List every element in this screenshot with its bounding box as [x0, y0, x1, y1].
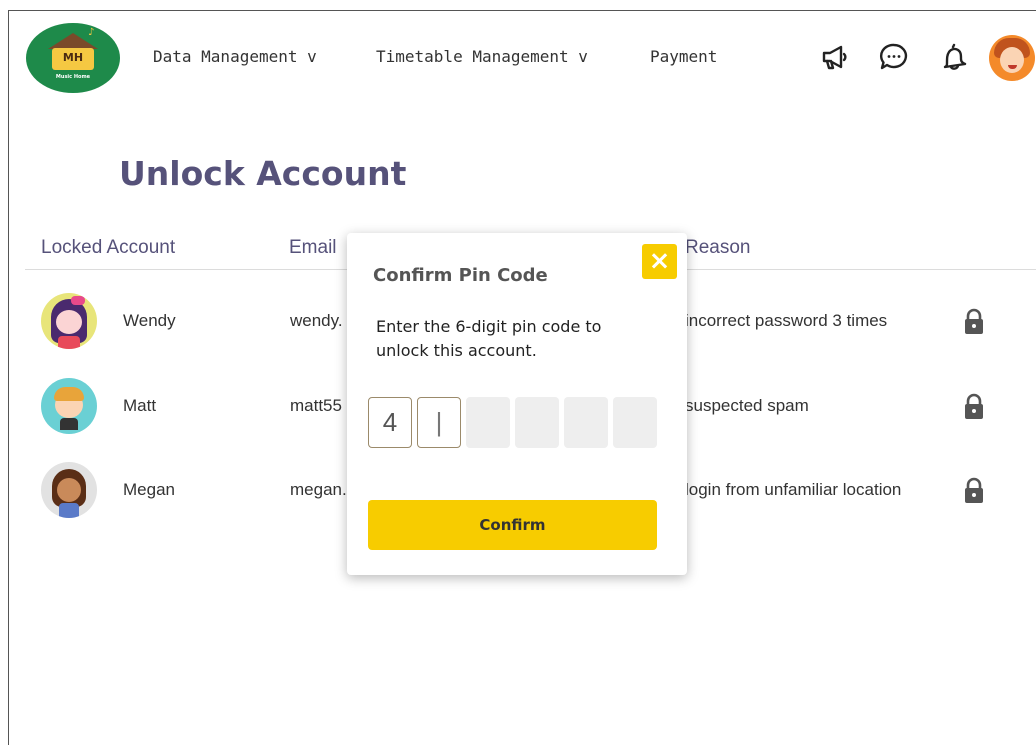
dialog-message: Enter the 6-digit pin code to unlock thi…	[376, 317, 602, 360]
user-avatar[interactable]	[989, 35, 1035, 81]
lock-icon[interactable]	[961, 392, 987, 422]
avatar	[41, 293, 97, 349]
chat-icon[interactable]	[878, 41, 910, 73]
lock-reason: incorrect password 3 times	[685, 311, 888, 330]
account-name: Wendy	[123, 311, 176, 330]
avatar	[41, 462, 97, 518]
pin-digit-1[interactable]: 4	[368, 397, 412, 448]
pin-digit-4[interactable]	[515, 397, 559, 448]
page-title: Unlock Account	[119, 154, 407, 193]
nav-payment[interactable]: Payment	[650, 47, 717, 66]
lock-icon[interactable]	[961, 476, 987, 506]
close-button[interactable]: ×	[642, 244, 677, 279]
music-home-logo[interactable]: ♪ MH Music Home	[26, 23, 120, 93]
pin-digit-5[interactable]	[564, 397, 608, 448]
pin-digit-6[interactable]	[613, 397, 657, 448]
lock-reason: suspected spam	[685, 396, 809, 415]
confirm-pin-dialog: Confirm Pin Code × Enter the 6-digit pin…	[347, 233, 687, 575]
column-header-reason: Reason	[685, 237, 751, 258]
account-email: matt55	[290, 396, 342, 415]
bell-icon[interactable]	[938, 41, 970, 73]
dialog-title: Confirm Pin Code	[373, 265, 548, 286]
confirm-button[interactable]: Confirm	[368, 500, 657, 550]
avatar	[41, 378, 97, 434]
pin-digit-2[interactable]: |	[417, 397, 461, 448]
account-name: Matt	[123, 396, 157, 415]
account-name: Megan	[123, 480, 175, 499]
logo-roof	[48, 33, 98, 49]
pin-input-group: 4 |	[368, 397, 657, 448]
nav-timetable-management[interactable]: Timetable Management v	[376, 47, 588, 66]
account-email: wendy.	[290, 311, 343, 330]
column-header-email: Email	[289, 237, 337, 258]
logo-subtext: Music Home	[55, 74, 91, 80]
column-header-locked-account: Locked Account	[41, 237, 176, 258]
pin-digit-3[interactable]	[466, 397, 510, 448]
lock-icon[interactable]	[961, 307, 987, 337]
account-email: megan.	[290, 480, 347, 499]
logo-text: MH	[62, 51, 84, 64]
app-frame: ♪ MH Music Home Data Management v Timeta…	[8, 10, 1036, 745]
lock-reason: login from unfamiliar location	[685, 480, 902, 499]
megaphone-icon[interactable]	[819, 41, 851, 73]
nav-data-management[interactable]: Data Management v	[153, 47, 317, 66]
